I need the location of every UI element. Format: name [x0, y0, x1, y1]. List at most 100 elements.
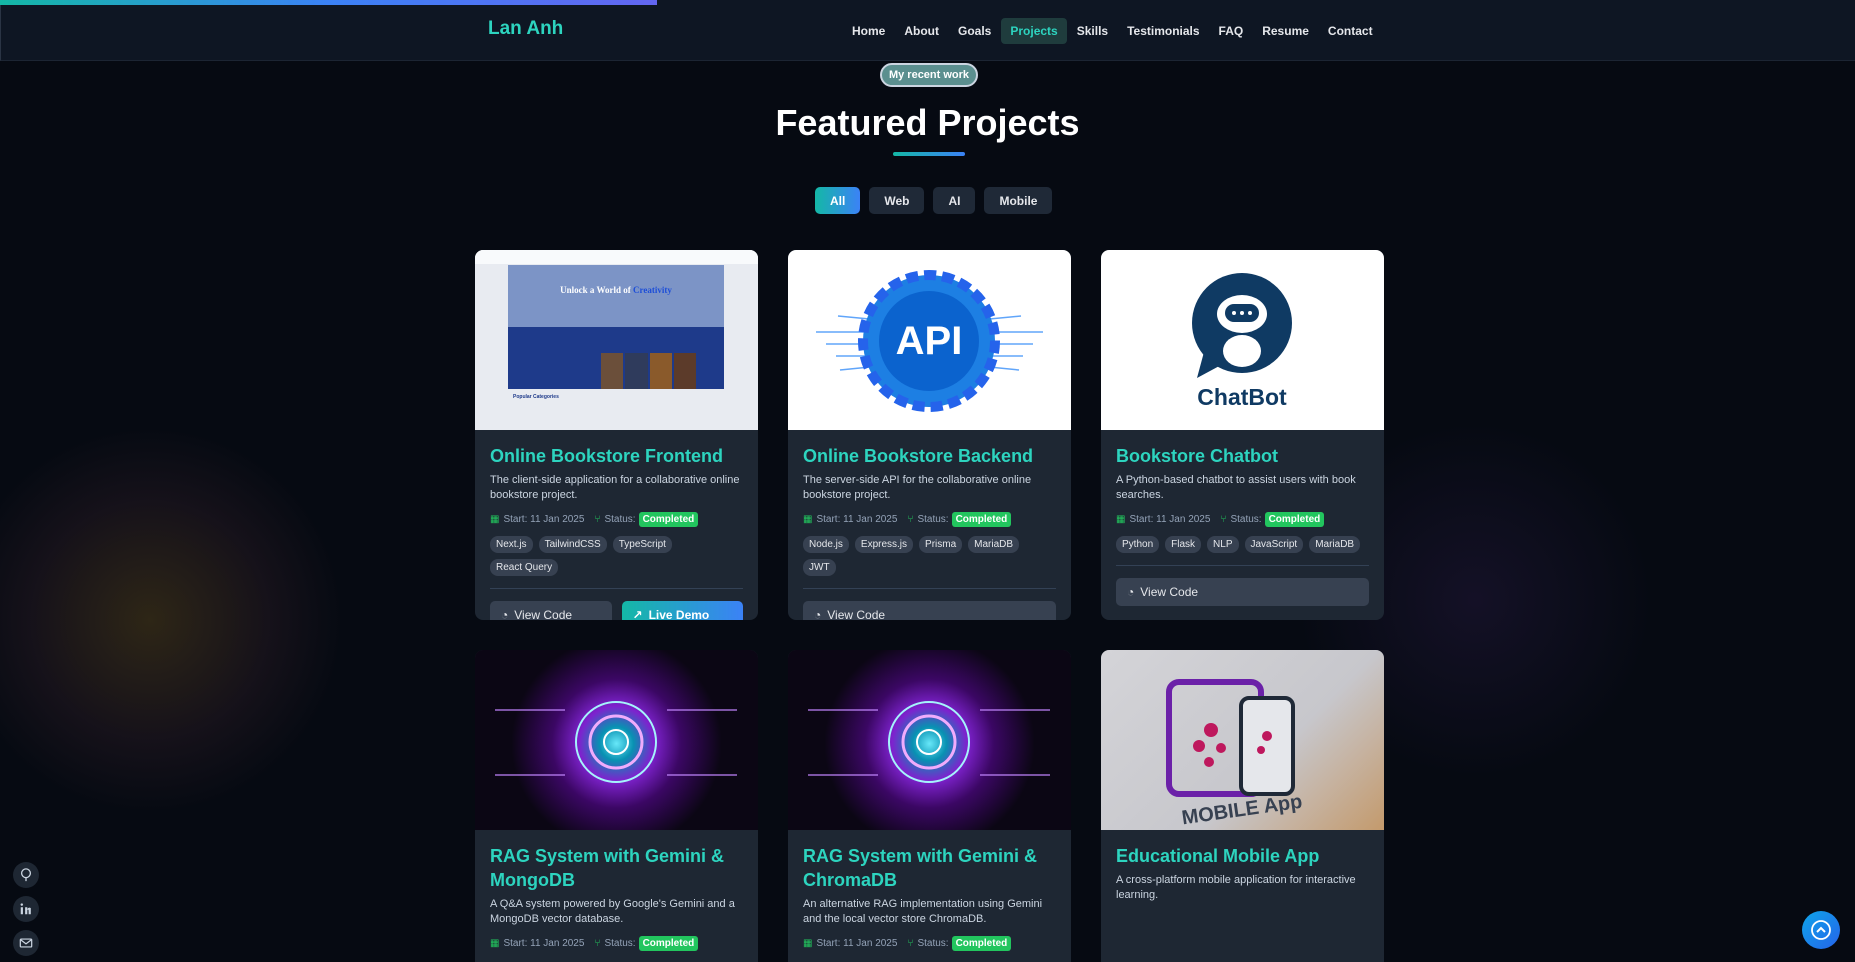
status-badge: Completed: [638, 936, 699, 951]
status-badge: Completed: [638, 512, 699, 527]
view-code-button[interactable]: ◔ View Code: [1116, 578, 1369, 606]
branch-icon: ⑂: [594, 514, 601, 525]
status-label: Status:: [604, 514, 636, 525]
tech-tags: Node.js Express.js Prisma MariaDB JWT: [803, 536, 1056, 576]
project-thumbnail: [475, 650, 758, 830]
tech-tag: NLP: [1207, 536, 1239, 553]
status-label: Status:: [604, 938, 636, 949]
github-icon: ◔: [501, 608, 509, 620]
project-start: Start: 11 Jan 2025: [503, 938, 585, 949]
project-card: RAG System with Gemini & ChromaDB An alt…: [788, 650, 1071, 962]
project-title[interactable]: Online Bookstore Frontend: [490, 444, 743, 468]
main-nav: Home About Goals Projects Skills Testimo…: [843, 18, 1383, 44]
project-start: Start: 11 Jan 2025: [503, 514, 585, 525]
tech-tag: Node.js: [803, 536, 849, 553]
nav-home[interactable]: Home: [843, 18, 894, 44]
project-title[interactable]: RAG System with Gemini & ChromaDB: [803, 844, 1056, 892]
project-card: Unlock a World of Creativity Popular Cat…: [475, 250, 758, 620]
thumb-hero-top: [508, 265, 724, 327]
view-code-button[interactable]: ◔ View Code: [803, 601, 1056, 620]
filter-all[interactable]: All: [815, 187, 861, 214]
circuit-chip-icon: [808, 701, 1050, 783]
project-actions: ◔ View Code: [803, 601, 1056, 620]
thumb-section-label: Popular Categories: [513, 394, 559, 400]
filter-mobile[interactable]: Mobile: [984, 187, 1053, 214]
project-thumbnail: ChatBot: [1101, 250, 1384, 430]
project-meta: ▦ Start: 11 Jan 2025 ⑂ Status: Completed: [490, 512, 743, 527]
project-thumbnail: [788, 650, 1071, 830]
project-title[interactable]: Bookstore Chatbot: [1116, 444, 1369, 468]
project-description: The server-side API for the collaborativ…: [803, 474, 1032, 501]
divider: [1116, 565, 1369, 566]
project-card: RAG System with Gemini & MongoDB A Q&A s…: [475, 650, 758, 962]
filter-web[interactable]: Web: [869, 187, 925, 214]
github-icon[interactable]: [13, 862, 39, 888]
scroll-to-top-button[interactable]: [1802, 911, 1840, 949]
tech-tag: TailwindCSS: [538, 536, 607, 553]
project-meta: ▦ Start: 11 Jan 2025 ⑂ Status: Completed: [490, 936, 743, 951]
status-badge: Completed: [1264, 512, 1325, 527]
project-start: Start: 11 Jan 2025: [816, 514, 898, 525]
tech-tag: Flask: [1165, 536, 1202, 553]
nav-skills[interactable]: Skills: [1068, 18, 1117, 44]
branch-icon: ⑂: [594, 938, 601, 949]
project-description: The client-side application for a collab…: [490, 474, 740, 501]
divider: [803, 588, 1056, 589]
mail-icon[interactable]: [13, 930, 39, 956]
svg-text:ChatBot: ChatBot: [1197, 384, 1287, 410]
filter-ai[interactable]: AI: [933, 187, 976, 214]
thumb-hero: Unlock a World of Creativity: [508, 265, 724, 389]
calendar-icon: ▦: [803, 514, 813, 525]
nav-goals[interactable]: Goals: [949, 18, 1000, 44]
project-body: RAG System with Gemini & ChromaDB An alt…: [788, 830, 1071, 951]
project-title[interactable]: Online Bookstore Backend: [803, 444, 1056, 468]
project-body: Educational Mobile App A cross-platform …: [1101, 830, 1384, 903]
chevron-up-icon: [1811, 920, 1831, 940]
circuit-chip-icon: [495, 701, 737, 783]
brand-logo[interactable]: Lan Anh: [488, 18, 563, 40]
nav-testimonials[interactable]: Testimonials: [1118, 18, 1208, 44]
nav-projects[interactable]: Projects: [1001, 18, 1067, 44]
linkedin-icon[interactable]: [13, 896, 39, 922]
title-underline: [893, 152, 965, 156]
project-filters: All Web AI Mobile: [815, 187, 1053, 214]
live-demo-button[interactable]: ↗ Live Demo: [621, 601, 743, 620]
social-links: [13, 862, 39, 956]
github-icon: ◔: [1127, 585, 1135, 599]
external-link-icon: ↗: [632, 608, 643, 620]
tech-tag: Next.js: [490, 536, 533, 553]
book-cover: [649, 353, 672, 389]
project-thumbnail: MOBILE App: [1101, 650, 1384, 830]
project-card: MOBILE App Educational Mobile App A cros…: [1101, 650, 1384, 962]
book-cover: [601, 353, 624, 389]
project-description: An alternative RAG implementation using …: [803, 898, 1043, 925]
mobile-app-logo-icon: MOBILE App: [1166, 679, 1304, 829]
divider: [490, 588, 743, 589]
project-meta: ▦ Start: 11 Jan 2025 ⑂ Status: Completed: [803, 936, 1056, 951]
view-code-button[interactable]: ◔ View Code: [490, 601, 612, 620]
tech-tag: Express.js: [854, 536, 914, 553]
svg-text:API: API: [896, 319, 963, 363]
section-title: Featured Projects: [775, 102, 1080, 143]
branch-icon: ⑂: [1220, 514, 1227, 525]
tech-tag: Python: [1116, 536, 1160, 553]
project-title[interactable]: Educational Mobile App: [1116, 844, 1369, 868]
nav-resume[interactable]: Resume: [1253, 18, 1318, 44]
status-label: Status:: [917, 938, 949, 949]
status-label: Status:: [1230, 514, 1262, 525]
project-start: Start: 11 Jan 2025: [1129, 514, 1211, 525]
project-description: A Q&A system powered by Google's Gemini …: [490, 898, 735, 925]
nav-about[interactable]: About: [895, 18, 948, 44]
nav-contact[interactable]: Contact: [1319, 18, 1382, 44]
project-title[interactable]: RAG System with Gemini & MongoDB: [490, 844, 743, 892]
status-label: Status:: [917, 514, 949, 525]
project-body: Online Bookstore Frontend The client-sid…: [475, 430, 758, 620]
project-card: ChatBot Bookstore Chatbot A Python-based…: [1101, 250, 1384, 620]
status-badge: Completed: [951, 936, 1012, 951]
section-pill: My recent work: [880, 63, 978, 87]
nav-faq[interactable]: FAQ: [1210, 18, 1253, 44]
calendar-icon: ▦: [1116, 514, 1126, 525]
tech-tags: Python Flask NLP JavaScript MariaDB: [1116, 536, 1369, 553]
project-body: Bookstore Chatbot A Python-based chatbot…: [1101, 430, 1384, 606]
branch-icon: ⑂: [907, 938, 914, 949]
